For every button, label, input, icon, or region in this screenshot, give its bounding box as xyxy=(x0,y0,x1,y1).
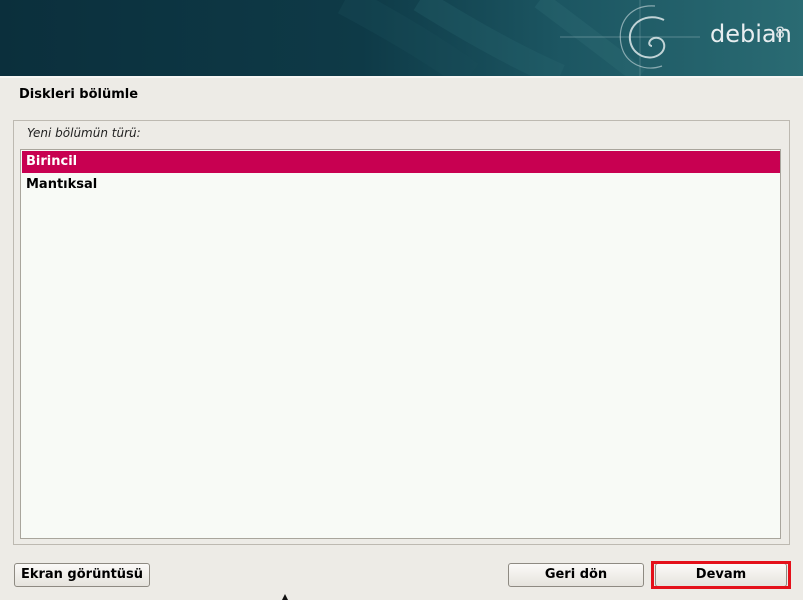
partition-type-prompt: Yeni bölümün türü: xyxy=(27,126,141,140)
debian-swirl-logo-icon xyxy=(337,0,700,76)
debian-version: 8 xyxy=(775,23,786,42)
list-item-mantiksal[interactable]: Mantıksal xyxy=(22,174,780,196)
page-title: Diskleri bölümle xyxy=(19,87,139,102)
mouse-cursor-icon xyxy=(282,594,288,600)
partition-type-listbox[interactable]: Birincil Mantıksal xyxy=(20,149,781,539)
back-button[interactable]: Geri dön xyxy=(508,563,644,587)
continue-highlight-outline xyxy=(651,561,791,589)
screenshot-button[interactable]: Ekran görüntüsü xyxy=(14,563,150,587)
list-item-birincil[interactable]: Birincil xyxy=(22,151,780,173)
header-divider xyxy=(0,76,803,78)
debian-header-banner: debian 8 xyxy=(0,0,803,76)
